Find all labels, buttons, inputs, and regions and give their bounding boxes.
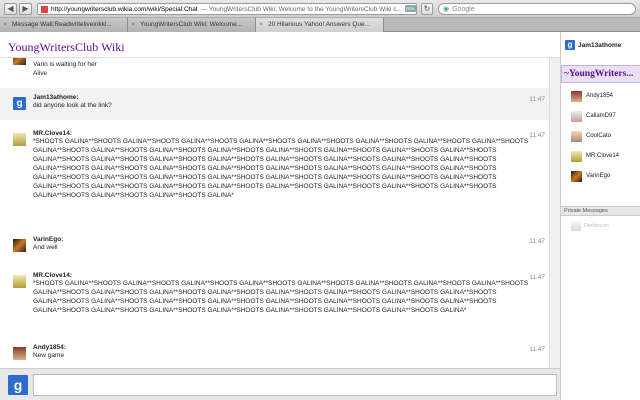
tab-label: 20 Hilarious Yahoo! Answers Que...	[268, 21, 371, 28]
avatar[interactable]	[13, 58, 26, 65]
chat-message: Andy1854: New game 11:47	[0, 338, 549, 372]
user-list-item[interactable]: VarinEgo	[561, 166, 640, 186]
back-button[interactable]: ◀	[4, 3, 17, 15]
chat-room-name[interactable]: ~YoungWriters...	[561, 65, 640, 83]
avatar[interactable]	[13, 347, 26, 360]
wiki-title[interactable]: YoungWritersClub Wiki	[8, 40, 125, 55]
user-name: CoolCato	[586, 133, 612, 139]
user-list: Andy1854 CallamD97 CoolCato MR.Clove14 V…	[561, 86, 640, 186]
chat-message: Varin is waiting for her Alive	[0, 58, 549, 82]
user-name: Andy1854	[586, 93, 614, 99]
private-message-item[interactable]: Dedaxcon	[561, 218, 640, 234]
rss-icon[interactable]: RSS	[405, 5, 416, 12]
close-tab-icon[interactable]: ×	[259, 18, 263, 31]
user-list-item[interactable]: CallamD97	[561, 106, 640, 126]
message-author[interactable]: MR.Clove14:	[33, 272, 549, 279]
user-name: Dedaxcon	[584, 223, 609, 229]
forward-arrow-icon: ▶	[22, 4, 29, 13]
avatar	[571, 150, 582, 162]
url-text: http://youngwritersclub.wikia.com/wiki/S…	[51, 5, 198, 13]
message-time: 11:47	[529, 96, 545, 103]
user-rail: ~YoungWriters... Andy1854 CallamD97 Cool…	[560, 58, 640, 400]
avatar	[571, 90, 582, 102]
message-time: 11:47	[529, 132, 545, 139]
google-g-icon: g	[565, 40, 575, 50]
google-g-icon[interactable]: g	[13, 97, 26, 110]
avatar[interactable]	[13, 239, 26, 252]
chat-input-bar: g	[0, 368, 560, 400]
message-text: *SHOOTS GALINA**SHOOTS GALINA**SHOOTS GA…	[33, 138, 529, 199]
message-author[interactable]: Andy1854:	[33, 344, 549, 351]
chat-message: MR.Clove14: *SHOOTS GALINA**SHOOTS GALIN…	[0, 124, 549, 224]
avatar	[571, 221, 581, 231]
browser-toolbar: ◀ ▶ http://youngwritersclub.wikia.com/wi…	[0, 0, 640, 18]
avatar	[571, 130, 582, 142]
chat-scrollbar[interactable]	[549, 58, 560, 398]
forward-button[interactable]: ▶	[19, 3, 32, 15]
favicon-icon	[41, 5, 48, 13]
search-engine-icon: ◉	[443, 6, 450, 13]
tab-label: YoungWritersClub Wiki: Welcome...	[140, 21, 243, 28]
tab-label: Message Wall:Readwriteliveinkki...	[12, 21, 112, 28]
avatar[interactable]	[13, 133, 26, 146]
page: YoungWritersClub Wiki g Jam13athome Vari…	[0, 32, 640, 400]
message-time: 11:47	[529, 274, 545, 281]
message-text: *SHOOTS GALINA**SHOOTS GALINA**SHOOTS GA…	[33, 280, 529, 314]
back-arrow-icon: ◀	[7, 4, 14, 13]
current-user-name: Jam13athome	[578, 41, 622, 49]
current-user[interactable]: g Jam13athome	[560, 32, 640, 58]
message-text: And well	[33, 244, 58, 251]
chat-message: MR.Clove14: *SHOOTS GALINA**SHOOTS GALIN…	[0, 266, 549, 332]
avatar	[571, 110, 582, 122]
message-text: New game	[33, 352, 65, 359]
message-text: did anyone look at the link?	[33, 102, 112, 109]
search-field[interactable]: ◉ Google	[438, 3, 636, 15]
reload-icon: ↻	[423, 4, 431, 13]
close-tab-icon[interactable]: ×	[131, 18, 135, 31]
tab-bar: × Message Wall:Readwriteliveinkki... × Y…	[0, 18, 640, 32]
chat-log: Varin is waiting for her Alive g Jam13at…	[0, 58, 560, 398]
chat-message: VarinEgo: And well 11:47	[0, 230, 549, 264]
private-messages-header: Private Messages	[561, 206, 640, 216]
user-name: VarinEgo	[586, 173, 611, 179]
user-name: CallamD97	[586, 113, 616, 119]
tab-yahoo-answers[interactable]: × 20 Hilarious Yahoo! Answers Que...	[256, 18, 384, 32]
close-tab-icon[interactable]: ×	[3, 18, 7, 31]
message-time: 11:47	[529, 238, 545, 245]
avatar	[571, 170, 582, 182]
user-list-item[interactable]: Andy1854	[561, 86, 640, 106]
wiki-header: YoungWritersClub Wiki	[0, 32, 560, 58]
tab-message-wall[interactable]: × Message Wall:Readwriteliveinkki...	[0, 18, 128, 32]
message-author[interactable]: MR.Clove14:	[33, 130, 549, 137]
avatar[interactable]	[13, 275, 26, 288]
address-bar[interactable]: http://youngwritersclub.wikia.com/wiki/S…	[37, 3, 417, 15]
user-name: MR.Clove14	[586, 153, 620, 159]
reload-button[interactable]: ↻	[421, 3, 433, 15]
message-time: 11:47	[529, 346, 545, 353]
user-list-item[interactable]: MR.Clove14	[561, 146, 640, 166]
message-text: Varin is waiting for her Alive	[33, 61, 97, 77]
message-input[interactable]	[33, 374, 557, 396]
message-author[interactable]: Jam13athome:	[33, 94, 549, 101]
google-g-icon: g	[8, 375, 28, 395]
user-list-item[interactable]: CoolCato	[561, 126, 640, 146]
chat-message: g Jam13athome: did anyone look at the li…	[0, 88, 549, 120]
window-title: — YoungWritersClub Wiki: Welcome to the …	[200, 5, 402, 13]
tab-wiki-welcome[interactable]: × YoungWritersClub Wiki: Welcome...	[128, 18, 256, 32]
message-author[interactable]: VarinEgo:	[33, 236, 549, 243]
search-placeholder: Google	[452, 5, 475, 13]
